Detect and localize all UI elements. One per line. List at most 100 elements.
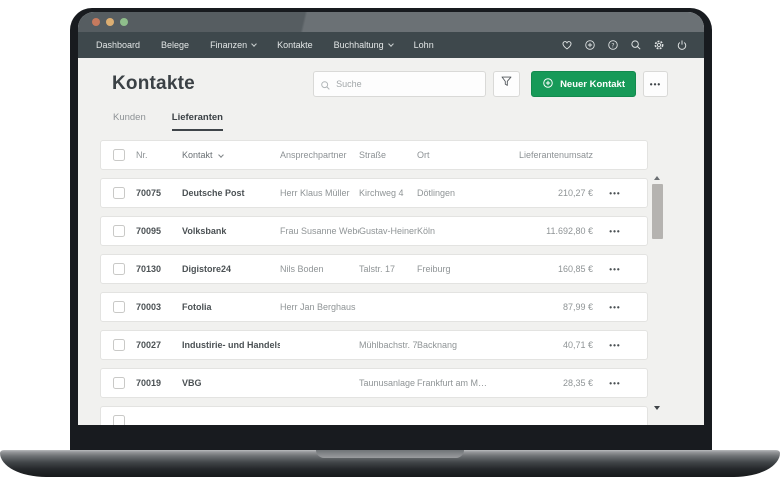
col-header-ort[interactable]: Ort bbox=[417, 150, 507, 160]
cell-ansprechpartner: Herr Jan Berghaus bbox=[280, 302, 359, 312]
cell-kontakt: Industirie- und Handelska.. bbox=[182, 340, 280, 350]
row-checkbox[interactable] bbox=[113, 415, 125, 425]
scrollbar-thumb[interactable] bbox=[652, 184, 663, 239]
filter-button[interactable] bbox=[493, 71, 520, 97]
cell-ort: Frankfurt am M… bbox=[417, 378, 507, 388]
cell-ansprechpartner: Nils Boden bbox=[280, 264, 359, 274]
table-row[interactable]: 70019VBG Taunusanlage 8Frankfurt am M…28,… bbox=[100, 368, 648, 398]
cell-ort: Dötlingen bbox=[417, 188, 507, 198]
laptop-base bbox=[0, 450, 780, 477]
search-input-icon bbox=[320, 78, 331, 96]
row-checkbox[interactable] bbox=[113, 301, 125, 313]
traffic-light-close[interactable] bbox=[92, 18, 100, 26]
cell-kontakt: Deutsche Post bbox=[182, 188, 280, 198]
cell-strasse: Gustav-Heinem… bbox=[359, 226, 417, 236]
chevron-down-icon bbox=[388, 41, 394, 47]
sort-chevron-down-icon bbox=[218, 152, 224, 158]
cell-nr: 70003 bbox=[136, 302, 182, 312]
chevron-down-icon bbox=[251, 41, 257, 47]
cell-strasse: Mühlbachstr. 7 bbox=[359, 340, 417, 350]
top-navbar: Dashboard Belege Finanzen Kontakte Buchhaltu… bbox=[78, 32, 704, 58]
row-actions-button[interactable]: ••• bbox=[593, 341, 637, 350]
col-header-strasse[interactable]: Straße bbox=[359, 150, 417, 160]
nav-item-lohn[interactable]: Lohn bbox=[414, 40, 434, 50]
nav-item-buchhaltung[interactable]: Buchhaltung bbox=[334, 40, 393, 50]
nav-item-belege[interactable]: Belege bbox=[161, 40, 189, 50]
cell-nr: 70095 bbox=[136, 226, 182, 236]
heart-icon[interactable] bbox=[561, 39, 573, 51]
col-header-nr[interactable]: Nr. bbox=[136, 150, 182, 160]
row-actions-button[interactable]: ••• bbox=[593, 265, 637, 274]
svg-text:?: ? bbox=[611, 42, 614, 49]
table-row[interactable]: 70130Digistore24Nils BodenTalstr. 17Frei… bbox=[100, 254, 648, 284]
header-more-button[interactable]: ••• bbox=[643, 71, 668, 97]
cell-ort: Backnang bbox=[417, 340, 507, 350]
new-contact-button[interactable]: Neuer Kontakt bbox=[531, 71, 636, 97]
col-header-kontakt[interactable]: Kontakt bbox=[182, 150, 280, 160]
nav-item-kontakte[interactable]: Kontakte bbox=[277, 40, 313, 50]
row-actions-button[interactable]: ••• bbox=[593, 227, 637, 236]
filter-funnel-icon bbox=[500, 75, 513, 93]
table-row-partial[interactable] bbox=[100, 406, 648, 425]
cell-kontakt: Volksbank bbox=[182, 226, 280, 236]
table-header-row: Nr. Kontakt Ansprechpartner Straße Ort L… bbox=[100, 140, 648, 170]
gear-icon[interactable] bbox=[653, 39, 665, 51]
scroll-down-arrow[interactable] bbox=[654, 406, 660, 410]
table-scrollbar bbox=[652, 140, 663, 425]
table-row[interactable]: 70075Deutsche PostHerr Klaus MüllerKirch… bbox=[100, 178, 648, 208]
row-actions-button[interactable]: ••• bbox=[593, 379, 637, 388]
cell-umsatz: 160,85 € bbox=[507, 264, 593, 274]
cell-umsatz: 28,35 € bbox=[507, 378, 593, 388]
plus-circle-icon bbox=[542, 77, 554, 92]
cell-kontakt: Fotolia bbox=[182, 302, 280, 312]
cell-umsatz: 87,99 € bbox=[507, 302, 593, 312]
help-icon[interactable]: ? bbox=[607, 39, 619, 51]
new-contact-label: Neuer Kontakt bbox=[560, 79, 625, 90]
row-actions-button[interactable]: ••• bbox=[593, 189, 637, 198]
row-checkbox[interactable] bbox=[113, 339, 125, 351]
cell-nr: 70019 bbox=[136, 378, 182, 388]
tab-kunden[interactable]: Kunden bbox=[113, 112, 146, 131]
cell-umsatz: 11.692,80 € bbox=[507, 226, 593, 236]
row-checkbox[interactable] bbox=[113, 225, 125, 237]
laptop-screen: Dashboard Belege Finanzen Kontakte Buchhaltu… bbox=[70, 8, 712, 452]
search-icon[interactable] bbox=[630, 39, 642, 51]
cell-umsatz: 40,71 € bbox=[507, 340, 593, 350]
search-input[interactable] bbox=[313, 71, 486, 97]
page-content: Kontakte Neuer Kontakt ••• bbox=[78, 58, 704, 425]
traffic-light-zoom[interactable] bbox=[120, 18, 128, 26]
table-row[interactable]: 70027Industirie- und Handelska..Mühlbach… bbox=[100, 330, 648, 360]
cell-umsatz: 210,27 € bbox=[507, 188, 593, 198]
cell-kontakt: VBG bbox=[182, 378, 280, 388]
row-actions-button[interactable]: ••• bbox=[593, 303, 637, 312]
nav-items: Dashboard Belege Finanzen Kontakte Buchhaltu… bbox=[96, 40, 434, 50]
row-checkbox[interactable] bbox=[113, 187, 125, 199]
nav-icon-group: ? bbox=[561, 39, 688, 51]
page-title: Kontakte bbox=[112, 73, 195, 95]
cell-kontakt: Digistore24 bbox=[182, 264, 280, 274]
select-all-checkbox[interactable] bbox=[113, 149, 125, 161]
row-checkbox[interactable] bbox=[113, 377, 125, 389]
plus-circle-icon[interactable] bbox=[584, 39, 596, 51]
tab-lieferanten[interactable]: Lieferanten bbox=[172, 112, 223, 131]
cell-ansprechpartner: Herr Klaus Müller bbox=[280, 188, 359, 198]
traffic-light-minimize[interactable] bbox=[106, 18, 114, 26]
cell-strasse: Kirchweg 4 bbox=[359, 188, 417, 198]
power-icon[interactable] bbox=[676, 39, 688, 51]
laptop-mockup: Dashboard Belege Finanzen Kontakte Buchhaltu… bbox=[0, 0, 780, 477]
cell-ort: Köln bbox=[417, 226, 507, 236]
col-header-ansprechpartner[interactable]: Ansprechpartner bbox=[280, 150, 359, 160]
nav-item-dashboard[interactable]: Dashboard bbox=[96, 40, 140, 50]
table-body: 70075Deutsche PostHerr Klaus MüllerKirch… bbox=[100, 178, 648, 398]
cell-strasse: Talstr. 17 bbox=[359, 264, 417, 274]
scroll-up-arrow[interactable] bbox=[654, 176, 660, 180]
table-row[interactable]: 70003FotoliaHerr Jan Berghaus 87,99 €••• bbox=[100, 292, 648, 322]
cell-nr: 70075 bbox=[136, 188, 182, 198]
cell-nr: 70130 bbox=[136, 264, 182, 274]
col-header-lieferantenumsatz[interactable]: Lieferantenumsatz bbox=[507, 150, 593, 160]
cell-strasse: Taunusanlage 8 bbox=[359, 378, 417, 388]
table-row[interactable]: 70095VolksbankFrau Susanne Weber…Gustav-… bbox=[100, 216, 648, 246]
tab-bar: Kunden Lieferanten bbox=[113, 112, 704, 131]
row-checkbox[interactable] bbox=[113, 263, 125, 275]
nav-item-finanzen[interactable]: Finanzen bbox=[210, 40, 256, 50]
